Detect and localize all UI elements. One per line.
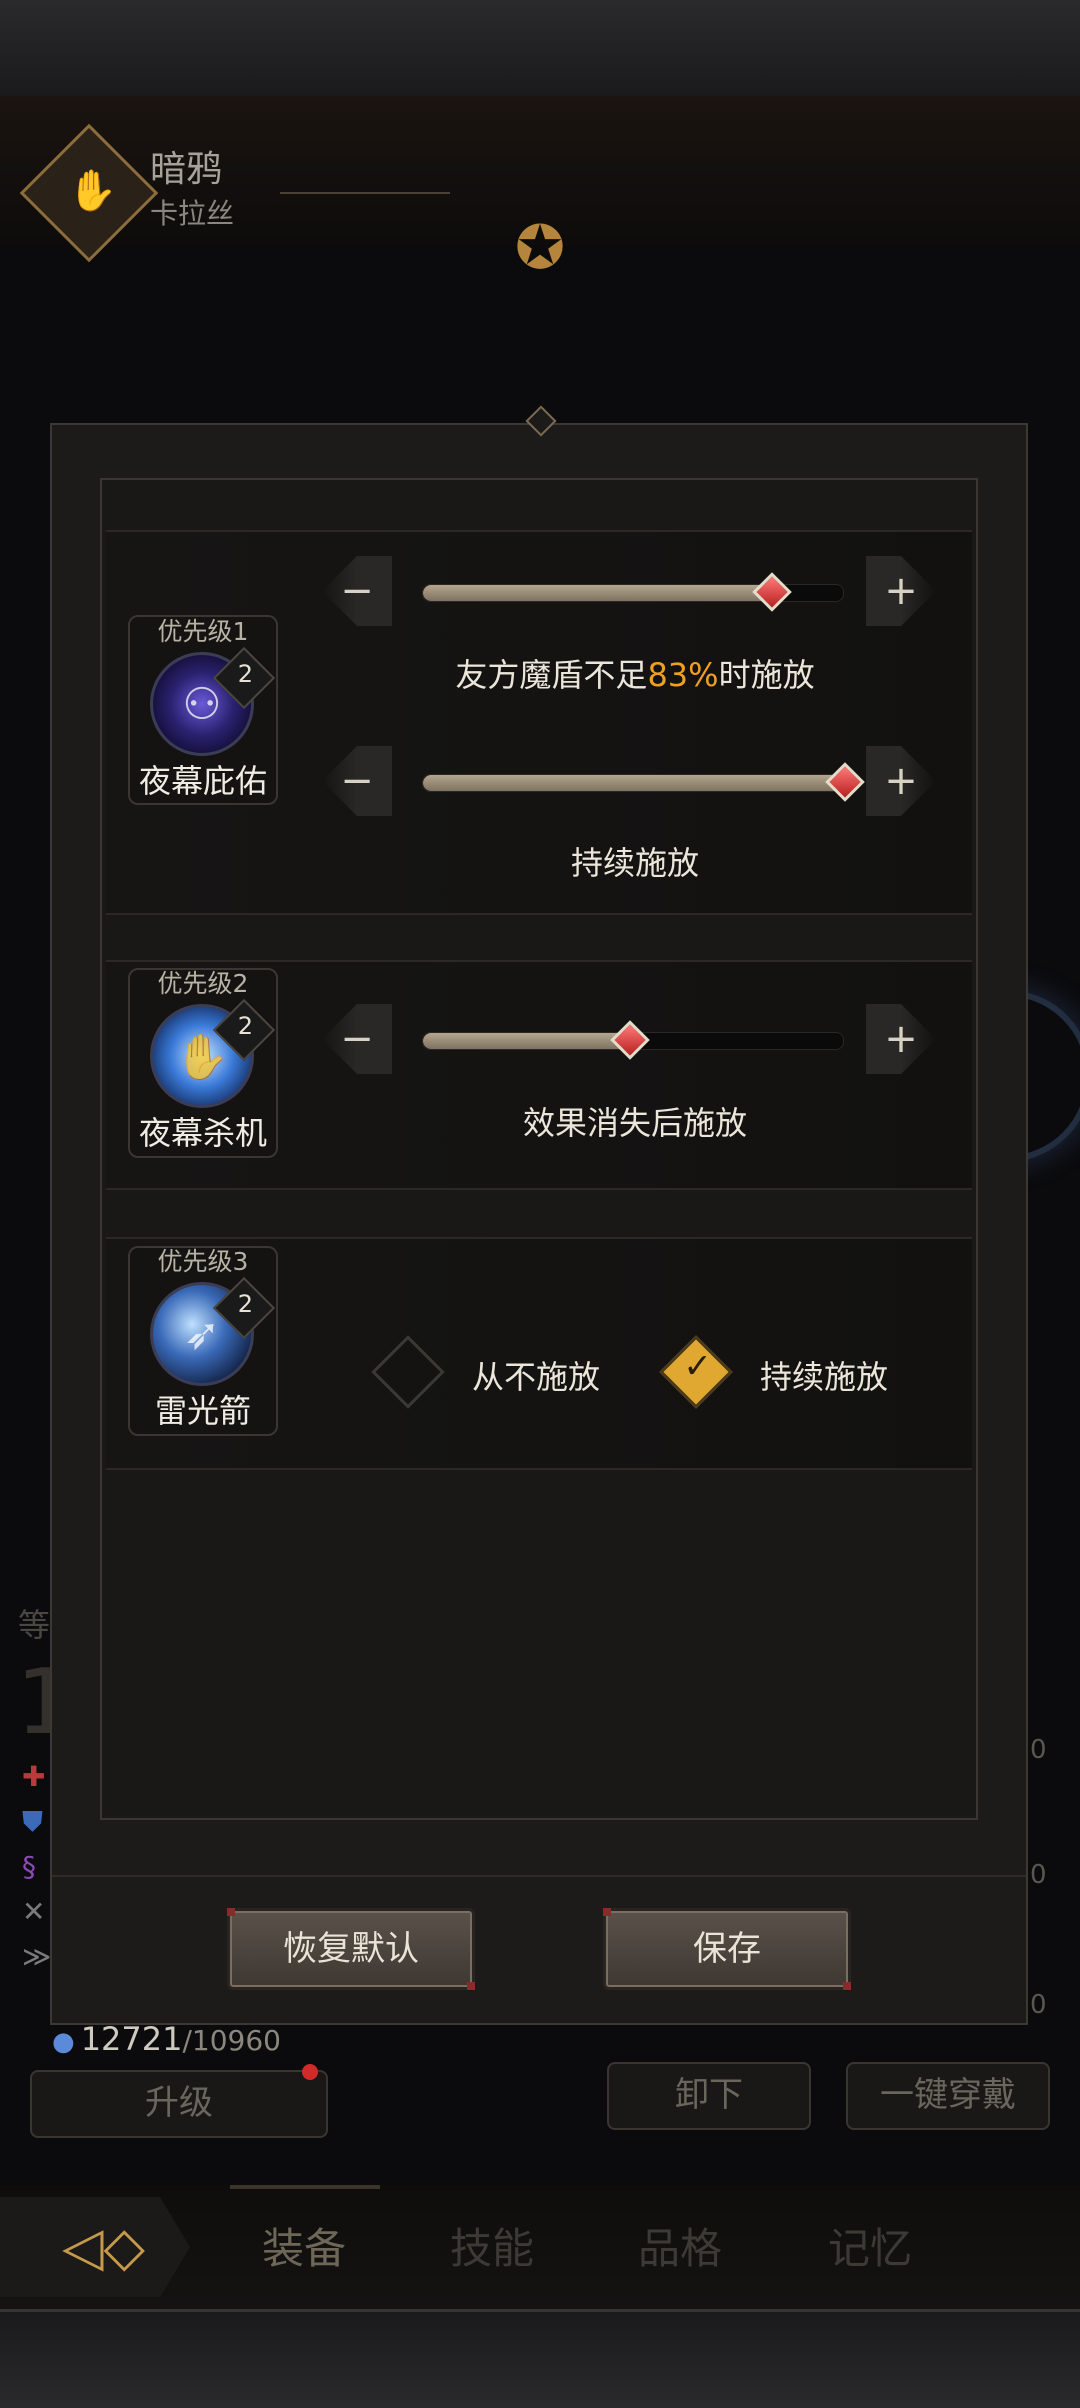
- magic-icon: §: [22, 1850, 36, 1883]
- divider: [280, 192, 450, 194]
- bottom-frame: [0, 2309, 1080, 2408]
- level-label: 等: [18, 1606, 51, 1644]
- skill-name: 雷光箭: [154, 1392, 251, 1430]
- priority-label: 优先级2: [157, 969, 249, 998]
- button-corner: [603, 1908, 611, 1916]
- stat-value: 0: [1030, 1860, 1047, 1890]
- checkmark-icon: ✓: [683, 1346, 712, 1387]
- exp-current: 12721: [80, 2020, 183, 2058]
- option-label: 从不施放: [472, 1358, 601, 1396]
- hero-class: 暗鸦: [150, 149, 223, 190]
- notification-dot: [302, 2064, 318, 2080]
- stat-value: 0: [1030, 1735, 1047, 1765]
- shield-icon: ⛊: [22, 1805, 44, 1838]
- save-button[interactable]: 保存: [603, 1908, 851, 1990]
- slider-fill: [423, 775, 843, 791]
- button-corner: [467, 1982, 475, 1990]
- back-arrow-icon: ◁◇: [62, 2215, 146, 2278]
- bottom-nav: ◁◇ 装备 技能 品格 记忆: [0, 2185, 1080, 2311]
- hero-name: 卡拉丝: [150, 197, 235, 230]
- button-corner: [227, 1908, 235, 1916]
- unequip-button[interactable]: 卸下: [607, 2062, 811, 2130]
- stat-value: 0: [1030, 1990, 1047, 2020]
- tab-memory[interactable]: 记忆: [828, 2215, 912, 2276]
- condition-text: 持续施放: [570, 844, 699, 882]
- skill-name: 夜幕庇佑: [138, 762, 267, 800]
- crossed-swords-icon: ✕: [22, 1895, 46, 1928]
- exp-max: /10960: [182, 2024, 281, 2057]
- tab-skills[interactable]: 技能: [450, 2215, 534, 2276]
- option-label: 持续施放: [760, 1358, 889, 1396]
- back-button[interactable]: ◁◇: [0, 2197, 190, 2297]
- exp-orb-icon: ●: [52, 2027, 75, 2057]
- slider-fill: [423, 1033, 633, 1049]
- threshold-slider[interactable]: [422, 774, 844, 792]
- top-frame: [0, 0, 1080, 99]
- tab-character[interactable]: 品格: [638, 2215, 722, 2276]
- star-emblem-icon: ✪: [514, 213, 566, 283]
- class-emblem-icon: ✋: [19, 123, 159, 263]
- priority-label: 优先级3: [157, 1247, 249, 1276]
- wing-icon: ≫: [22, 1940, 52, 1973]
- attack-icon: ✚: [22, 1760, 46, 1793]
- active-tab-indicator: [230, 2185, 380, 2189]
- upgrade-button[interactable]: 升级: [30, 2070, 328, 2138]
- condition-text: 友方魔盾不足83%时施放: [455, 656, 815, 694]
- exp-display: ● 12721/10960: [52, 2020, 281, 2058]
- priority-label: 优先级1: [157, 617, 249, 646]
- skill-name: 夜幕杀机: [138, 1114, 267, 1152]
- tab-equipment[interactable]: 装备: [262, 2215, 346, 2276]
- slider-fill: [423, 585, 772, 601]
- button-corner: [843, 1982, 851, 1990]
- reset-default-button[interactable]: 恢复默认: [227, 1908, 475, 1990]
- equip-all-button[interactable]: 一键穿戴: [846, 2062, 1050, 2130]
- divider: [52, 1875, 1026, 1877]
- condition-text: 效果消失后施放: [522, 1104, 747, 1142]
